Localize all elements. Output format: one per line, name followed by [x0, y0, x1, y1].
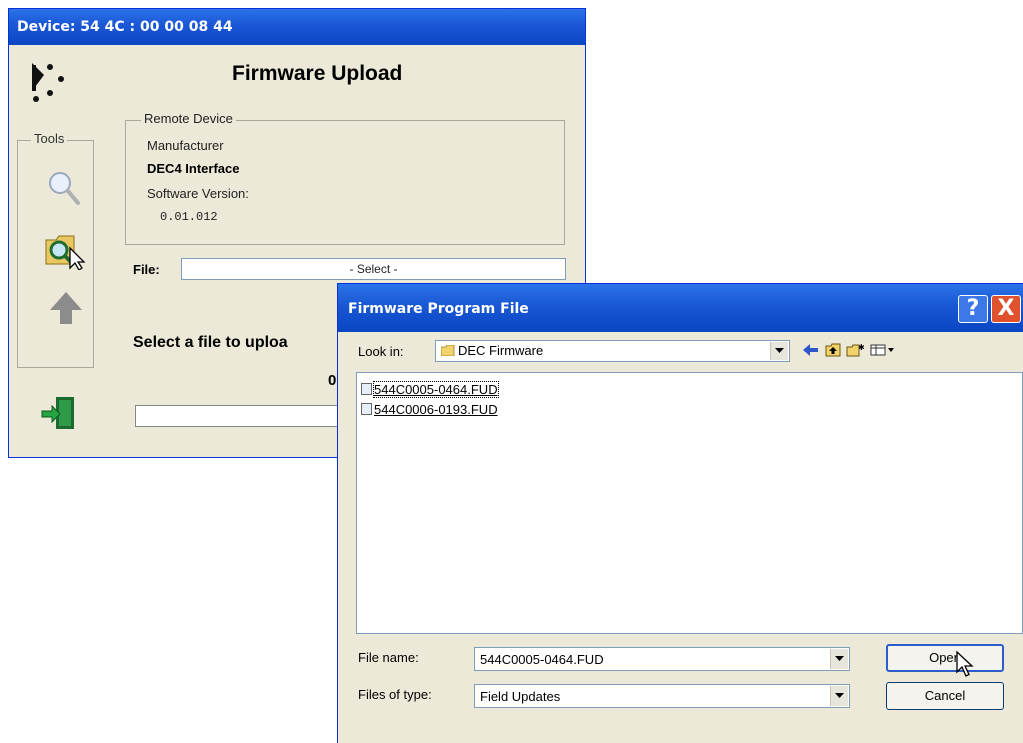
look-in-label: Look in: [358, 344, 404, 359]
list-item[interactable]: 544C0006-0193.FUD [361, 401, 498, 417]
status-message: Select a file to uploa [133, 334, 288, 351]
look-in-dropdown[interactable]: DEC Firmware [435, 340, 790, 362]
file-item-name: 544C0005-0464.FUD [373, 380, 499, 398]
folder-search-icon[interactable] [44, 230, 88, 270]
firmware-program-file-dialog: Firmware Program File ? X Look in: DEC F… [337, 283, 1023, 743]
fud-file-icon [361, 403, 372, 415]
dialog-title: Firmware Program File ? X [338, 284, 1023, 332]
file-label: File: [133, 262, 160, 277]
mouse-cursor-icon [956, 650, 974, 677]
dialog-title-text: Firmware Program File [348, 301, 529, 317]
app-logo-icon [32, 63, 64, 102]
chevron-down-icon[interactable] [830, 686, 848, 706]
chevron-down-icon[interactable] [830, 649, 848, 669]
file-select-field[interactable]: - Select - [181, 258, 566, 280]
up-folder-icon[interactable] [822, 340, 844, 360]
back-arrow-icon[interactable] [800, 340, 822, 360]
fud-file-icon [361, 383, 372, 395]
file-name-value: 544C0005-0464.FUD [480, 652, 604, 667]
folder-icon [441, 345, 455, 356]
file-list[interactable]: 544C0005-0464.FUD 544C0006-0193.FUD [356, 372, 1023, 634]
help-button[interactable]: ? [958, 295, 988, 323]
list-item[interactable]: 544C0005-0464.FUD [361, 380, 499, 398]
files-of-type-dropdown[interactable]: Field Updates [474, 684, 850, 708]
progress-count: 0 [328, 372, 337, 389]
upload-arrow-icon[interactable] [44, 288, 88, 328]
main-window-title: Device: 54 4C : 00 00 08 44 [9, 9, 585, 45]
magnifier-icon[interactable] [42, 168, 86, 208]
software-version-label: Software Version: [147, 186, 249, 201]
file-name-field[interactable]: 544C0005-0464.FUD [474, 647, 850, 671]
files-of-type-value: Field Updates [480, 689, 561, 704]
chevron-down-icon[interactable] [770, 342, 788, 360]
file-item-name: 544C0006-0193.FUD [374, 401, 498, 417]
remote-device-legend: Remote Device [141, 111, 236, 126]
svg-text:✱: ✱ [858, 343, 864, 352]
cancel-button[interactable]: Cancel [886, 682, 1004, 710]
manufacturer-label: Manufacturer [147, 138, 224, 153]
software-version-value: 0.01.012 [160, 210, 218, 224]
open-button[interactable]: Open [886, 644, 1004, 672]
page-title: Firmware Upload [232, 62, 403, 85]
file-name-label: File name: [358, 650, 419, 665]
view-menu-icon[interactable] [868, 340, 898, 360]
files-of-type-label: Files of type: [358, 687, 432, 702]
exit-door-icon[interactable] [40, 395, 80, 433]
look-in-value: DEC Firmware [458, 343, 544, 358]
new-folder-icon[interactable]: ✱ [844, 340, 866, 360]
tools-label: Tools [31, 131, 68, 146]
close-button[interactable]: X [991, 295, 1021, 323]
manufacturer-value: DEC4 Interface [147, 161, 240, 176]
